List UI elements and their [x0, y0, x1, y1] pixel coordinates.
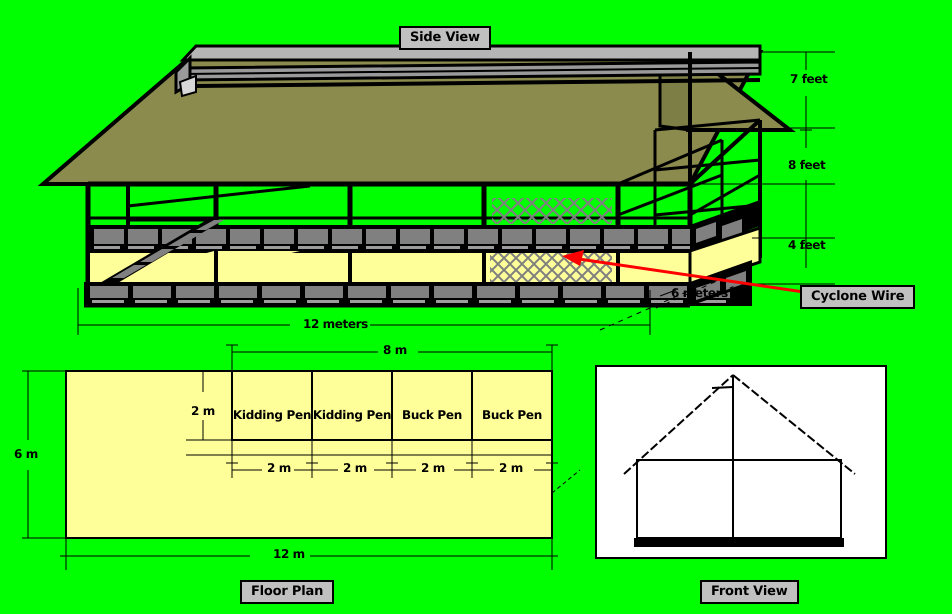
caption-front-view: Front View: [700, 580, 799, 604]
dimension-height-8-feet: 8 feet: [788, 158, 826, 172]
pen-label-buck-2: Buck Pen: [481, 408, 543, 422]
side-view-upper-slat-wall: [88, 200, 760, 251]
diagram-canvas: Side View Floor Plan Front View Cyclone …: [0, 0, 952, 614]
dimension-pen-width-4: 2 m: [499, 461, 523, 475]
dimension-height-4-feet: 4 feet: [788, 238, 826, 252]
caption-side-view: Side View: [399, 26, 491, 50]
dimension-pen-depth-2m: 2 m: [191, 404, 215, 418]
floor-plan-drawing: [22, 344, 581, 570]
callout-cyclone-wire: Cyclone Wire: [800, 285, 916, 309]
dimension-overall-6m: 6 m: [14, 447, 38, 461]
pen-label-buck-1: Buck Pen: [401, 408, 463, 422]
front-view-drawing: [595, 365, 887, 559]
dimension-pen-width-3: 2 m: [421, 461, 445, 475]
caption-floor-plan: Floor Plan: [240, 580, 335, 604]
dimension-pen-block-8m: 8 m: [383, 343, 407, 357]
dimension-overall-12m: 12 m: [273, 547, 305, 561]
pen-label-kidding-1: Kidding Pen: [232, 408, 312, 422]
cyclone-wire-upper-panel: [492, 198, 612, 224]
dimension-depth-6-meters: 6 meters: [671, 286, 728, 300]
pen-label-kidding-2: Kidding Pen: [312, 408, 392, 422]
side-view-roof: [37, 44, 796, 186]
dimension-pen-width-1: 2 m: [267, 461, 291, 475]
dimension-width-12-meters: 12 meters: [303, 317, 368, 331]
dimension-pen-width-2: 2 m: [343, 461, 367, 475]
dimension-height-7-feet: 7 feet: [790, 72, 828, 86]
